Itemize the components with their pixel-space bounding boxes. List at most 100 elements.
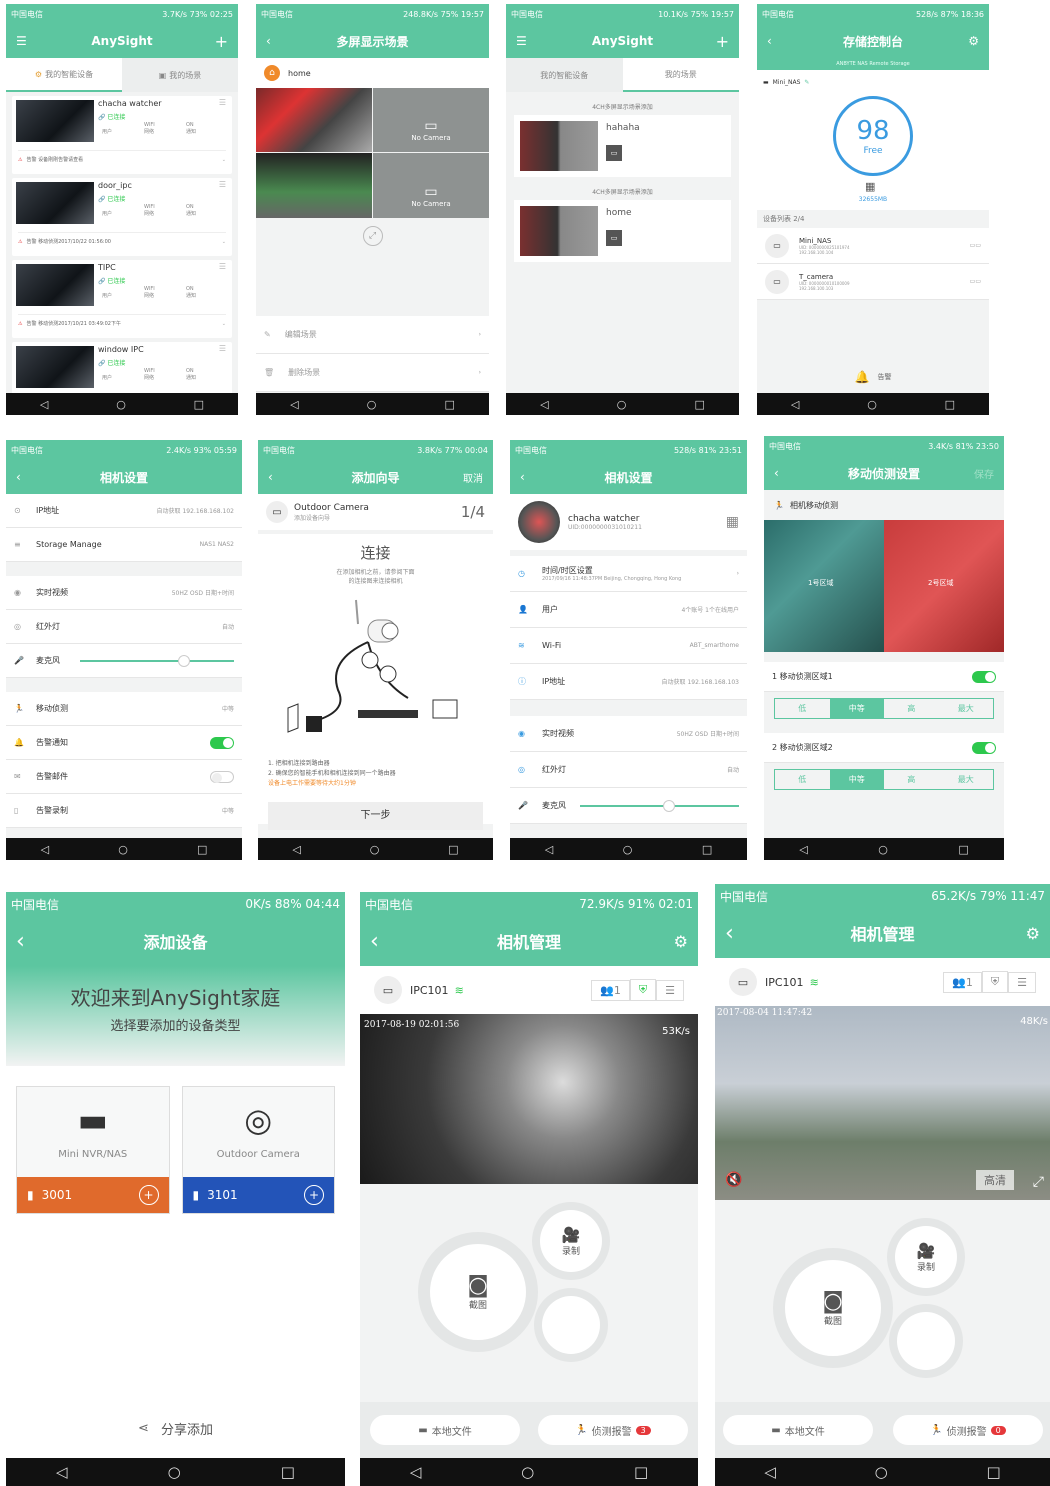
last-capture-thumb[interactable] bbox=[897, 1312, 955, 1370]
device-card[interactable]: TIPC 🔗 已连接 用户 WIFI 网络 ON 通知 ☰ ⚠ 告警 移动侦测2017/10/… bbox=[12, 260, 232, 338]
menu-icon[interactable]: ☰ bbox=[516, 34, 546, 48]
camera-header[interactable]: chacha watcher UID:0000000031010211 ▦ bbox=[510, 494, 747, 550]
fullscreen-icon[interactable]: ⤢ bbox=[362, 226, 383, 246]
home-nav-icon[interactable]: ○ bbox=[878, 843, 888, 856]
home-nav-icon[interactable]: ○ bbox=[623, 843, 633, 856]
zone-1[interactable]: 1号区域 bbox=[764, 520, 884, 652]
share-add-button[interactable]: ⋖ 分享添加 bbox=[6, 1410, 345, 1446]
device-type-card[interactable]: ◎ Outdoor Camera ▮ 3101 + bbox=[181, 1086, 335, 1214]
camera-tile-2-empty[interactable]: ▭ No Camera bbox=[373, 88, 489, 152]
setting-row[interactable]: ◎ 红外灯 自动 bbox=[510, 752, 747, 788]
back-nav-icon[interactable]: ◁ bbox=[292, 843, 300, 856]
back-nav-icon[interactable]: ◁ bbox=[545, 843, 553, 856]
fullscreen-icon[interactable]: ⤢ bbox=[1033, 1174, 1044, 1190]
drag-handle-icon[interactable]: ☰ bbox=[219, 180, 226, 189]
chevron-down-icon[interactable]: ⌄ bbox=[222, 321, 226, 327]
alarm-footer[interactable]: ⚠ 告警 移动侦测2017/10/21 03:49:02下午 ⌄ bbox=[18, 314, 226, 332]
chevron-down-icon[interactable]: ⌄ bbox=[222, 157, 226, 163]
sensitivity-option[interactable]: 低 bbox=[775, 770, 830, 789]
setting-row[interactable]: 🔔 告警通知 bbox=[6, 726, 242, 760]
sensitivity-option[interactable]: 高 bbox=[884, 770, 939, 789]
next-button[interactable]: 下一步 bbox=[268, 802, 483, 830]
home-nav-icon[interactable]: ○ bbox=[367, 398, 377, 411]
device-type-card[interactable]: ▬ Mini NVR/NAS ▮ 3001 + bbox=[16, 1086, 170, 1214]
edit-icon[interactable]: ✎ bbox=[804, 79, 809, 86]
home-nav-icon[interactable]: ○ bbox=[116, 398, 126, 411]
live-video[interactable]: 2017-08-19 02:01:56 53K/s bbox=[360, 1014, 698, 1184]
chevron-down-icon[interactable]: ⌄ bbox=[222, 239, 226, 245]
sensitivity-option[interactable]: 低 bbox=[775, 699, 830, 718]
back-nav-icon[interactable]: ◁ bbox=[290, 398, 298, 411]
camera-tile-1[interactable] bbox=[256, 88, 372, 152]
alarm-footer[interactable]: ⚠ 告警 移动侦测2017/10/22 01:56:00 ⌄ bbox=[18, 232, 226, 250]
alarm-row[interactable]: 🔔 告警 bbox=[757, 363, 989, 391]
home-nav-icon[interactable]: ○ bbox=[521, 1463, 534, 1481]
back-icon[interactable]: ‹ bbox=[774, 466, 804, 480]
setting-row[interactable]: ⓘ IP地址 自动获取 192.168.168.103 bbox=[510, 664, 747, 700]
nas-device-row[interactable]: ▭ Mini_NAS UID: 0000000025101974 192.168.10… bbox=[757, 228, 989, 264]
setting-row[interactable]: 👤 用户 4个账号 1个在线用户 bbox=[510, 592, 747, 628]
qr-code-icon[interactable]: ▦ bbox=[726, 514, 739, 530]
detection-alarm-button[interactable]: 🏃 侦测报警 0 bbox=[893, 1415, 1043, 1445]
live-video[interactable]: 2017-08-04 11:47:42 48K/s 🔇 高清 ⤢ bbox=[715, 1006, 1050, 1200]
setting-row[interactable]: ◉ 实时视频 50HZ OSD 日期+时间 bbox=[6, 576, 242, 610]
drag-handle-icon[interactable]: ☰ bbox=[219, 262, 226, 271]
back-icon[interactable]: ‹ bbox=[268, 470, 298, 484]
home-nav-icon[interactable]: ○ bbox=[875, 1463, 888, 1481]
gear-icon[interactable]: ⚙ bbox=[658, 932, 688, 951]
users-button[interactable]: 👥1 bbox=[591, 979, 630, 1001]
shield-icon[interactable]: ⛨ bbox=[981, 971, 1009, 993]
record-button[interactable]: 🎥 录制 bbox=[895, 1226, 957, 1288]
recent-nav-icon[interactable]: □ bbox=[448, 843, 458, 856]
recent-nav-icon[interactable]: □ bbox=[634, 1463, 648, 1481]
tab-my-scenes[interactable]: ▣ 我的场景 bbox=[122, 58, 238, 92]
add-icon[interactable]: + bbox=[699, 32, 729, 51]
alarm-notify-toggle[interactable] bbox=[210, 736, 234, 749]
type-action-bar[interactable]: ▮ 3001 + bbox=[17, 1177, 169, 1213]
area-toggle[interactable] bbox=[972, 741, 996, 754]
recent-nav-icon[interactable]: □ bbox=[958, 843, 968, 856]
snapshot-button[interactable]: ◙ 截图 bbox=[785, 1260, 881, 1356]
back-icon[interactable]: ‹ bbox=[266, 34, 296, 48]
sensitivity-option[interactable]: 高 bbox=[884, 699, 939, 718]
cancel-button[interactable]: 取消 bbox=[453, 470, 483, 485]
tab-my-devices[interactable]: 我的智能设备 bbox=[506, 58, 623, 92]
recent-nav-icon[interactable]: □ bbox=[194, 398, 204, 411]
setting-row[interactable]: ◷ 时间/时区设置 2017/09/16 11:48:37PM Beijing, C… bbox=[510, 556, 747, 592]
setting-row[interactable]: ◎ 红外灯 自动 bbox=[6, 610, 242, 644]
detection-alarm-button[interactable]: 🏃 侦测报警 3 bbox=[538, 1415, 688, 1445]
back-nav-icon[interactable]: ◁ bbox=[791, 398, 799, 411]
setting-row[interactable]: ▯ 告警录制 中等 bbox=[6, 794, 242, 828]
setting-row[interactable]: ⊙ IP地址 自动获取 192.168.168.102 bbox=[6, 494, 242, 528]
record-button[interactable]: 🎥 录制 bbox=[540, 1210, 602, 1272]
quality-button[interactable]: 高清 bbox=[976, 1170, 1014, 1190]
delete-scene-row[interactable]: 🗑 删除场景 › bbox=[256, 354, 489, 392]
shield-icon[interactable]: ⛨ bbox=[629, 979, 657, 1001]
zone-2[interactable]: 2号区域 bbox=[884, 520, 1004, 652]
menu-icon[interactable]: ☰ bbox=[1008, 971, 1036, 993]
alarm-mail-toggle[interactable] bbox=[210, 770, 234, 783]
local-files-button[interactable]: ▬ 本地文件 bbox=[370, 1415, 520, 1445]
back-nav-icon[interactable]: ◁ bbox=[764, 1463, 776, 1481]
recent-nav-icon[interactable]: □ bbox=[695, 398, 705, 411]
setting-row[interactable]: ✉ 告警邮件 bbox=[6, 760, 242, 794]
menu-icon[interactable]: ☰ bbox=[16, 34, 46, 48]
nas-device-row[interactable]: ▭ T_camera UID: 0000000010100009 192.168.10… bbox=[757, 264, 989, 300]
sensitivity-option[interactable]: 最大 bbox=[939, 770, 994, 789]
setting-row[interactable]: 🎤 麦克风 bbox=[510, 788, 747, 824]
back-icon[interactable]: ‹ bbox=[16, 929, 46, 954]
area-toggle[interactable] bbox=[972, 670, 996, 683]
back-icon[interactable]: ‹ bbox=[520, 470, 550, 484]
back-nav-icon[interactable]: ◁ bbox=[799, 843, 807, 856]
mute-icon[interactable]: 🔇 bbox=[725, 1172, 742, 1188]
recent-nav-icon[interactable]: □ bbox=[986, 1463, 1000, 1481]
add-icon[interactable]: + bbox=[198, 32, 228, 51]
recent-nav-icon[interactable]: □ bbox=[197, 843, 207, 856]
device-card[interactable]: door_ipc 🔗 已连接 用户 WIFI 网络 ON 通知 ☰ ⚠ 告警 移动侦测2017… bbox=[12, 178, 232, 256]
scene-item[interactable]: 4CH多屏显示场景添加 home ▭ bbox=[506, 177, 739, 262]
camera-tile-3[interactable] bbox=[256, 153, 372, 218]
mic-volume-slider[interactable] bbox=[580, 799, 739, 812]
back-nav-icon[interactable]: ◁ bbox=[41, 843, 49, 856]
sensitivity-option[interactable]: 最大 bbox=[939, 699, 994, 718]
back-nav-icon[interactable]: ◁ bbox=[540, 398, 548, 411]
